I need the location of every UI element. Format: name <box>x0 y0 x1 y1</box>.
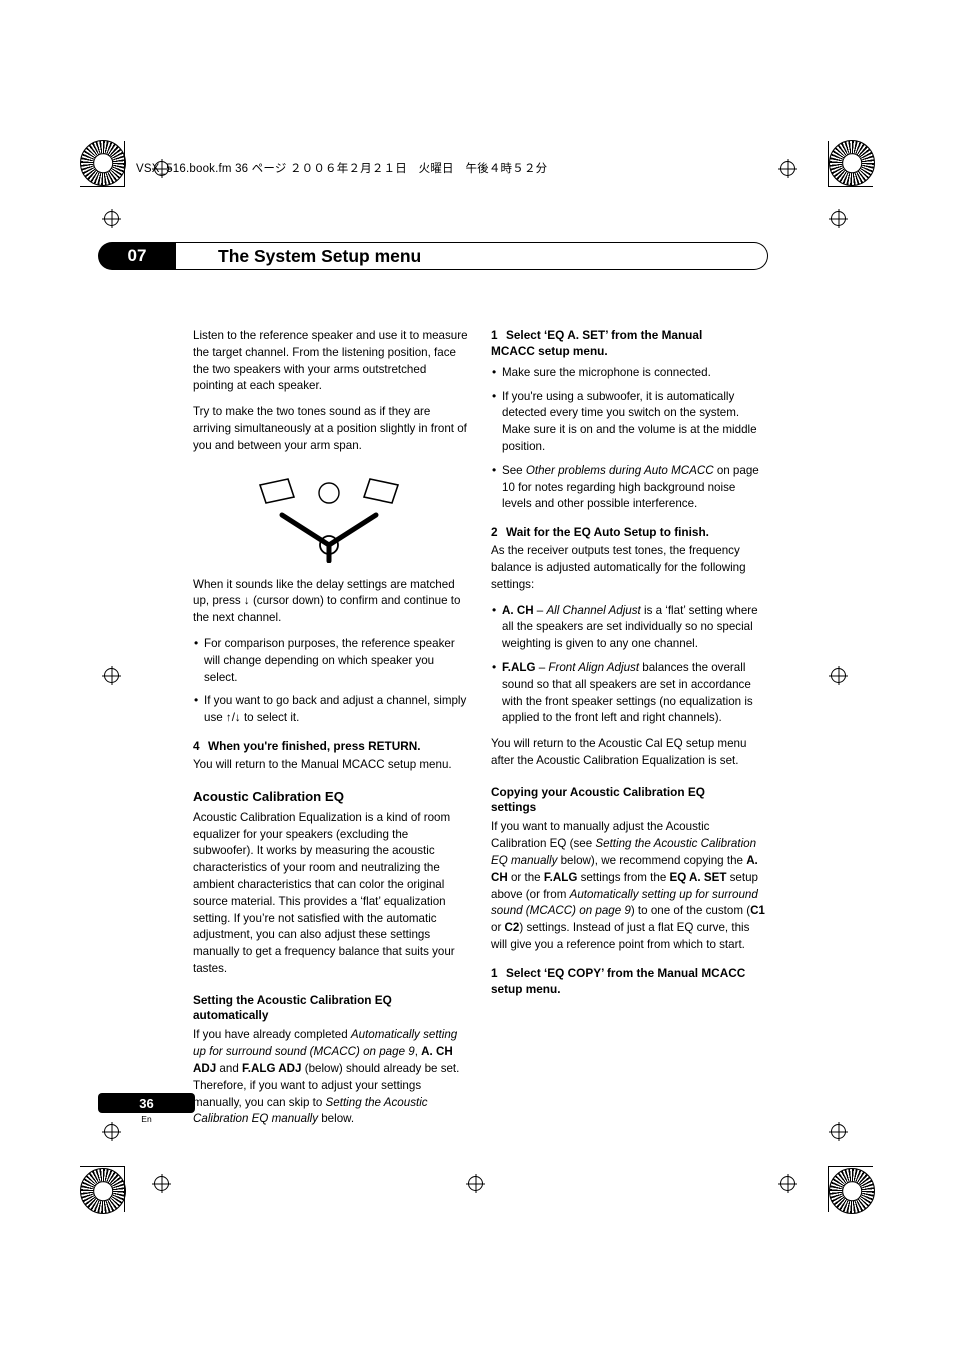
registration-target-bottom-left <box>154 1176 169 1191</box>
bold-f-alg: F.ALG <box>502 660 536 674</box>
crop-mark <box>80 186 125 187</box>
heading-copying-eq-settings: Copying your Acoustic Calibration EQ set… <box>491 784 705 815</box>
page-number: 36 <box>139 1095 154 1111</box>
bold-f-alg-adj: F.ALG ADJ <box>242 1062 302 1076</box>
paragraph-acoustic-calibration: Acoustic Calibration Equalization is a k… <box>193 810 455 975</box>
list-item: F.ALG – Front Align Adjust balances the … <box>491 659 768 727</box>
left-bullet-list: For comparison purposes, the reference s… <box>193 635 470 727</box>
registration-sunburst-top-right <box>829 140 875 186</box>
left-column: Listen to the reference speaker and use … <box>193 328 470 1137</box>
step-label-cont: MCACC setup menu. <box>491 343 608 358</box>
bold-eq-a-set: EQ A. SET <box>669 870 727 884</box>
bold-c1: C1 <box>750 904 765 918</box>
step-number: 2 <box>491 525 498 540</box>
page-slug: VSX_516.book.fm 36 ページ ２００６年２月２１日 火曜日 午後… <box>136 163 548 175</box>
step-4-body: You will return to the Manual MCACC setu… <box>193 757 452 771</box>
list-item: See Other problems during Auto MCACC on … <box>491 462 768 513</box>
step-copy-heading: 1 Select ‘EQ COPY’ from the Manual MCACC … <box>491 966 768 998</box>
step-1-bullet-list: Make sure the microphone is connected. I… <box>491 364 768 513</box>
registration-sunburst-bottom-right <box>829 1168 875 1214</box>
registration-sunburst-bottom-left <box>80 1168 126 1214</box>
bold-a-ch: A. CH <box>502 603 534 617</box>
list-item: For comparison purposes, the reference s… <box>193 635 470 686</box>
crop-mark <box>124 141 125 187</box>
italic-all-channel-adjust: All Channel Adjust <box>546 603 641 617</box>
heading-setting-acoustic-automatically: Setting the Acoustic Calibration EQ auto… <box>193 992 392 1023</box>
language-code: En <box>141 1114 152 1124</box>
registration-target-right-middle <box>831 668 846 683</box>
step-number: 4 <box>193 738 200 753</box>
list-item: Make sure the microphone is connected. <box>491 364 768 382</box>
step-label: When you're finished, press RETURN. <box>208 738 421 753</box>
registration-target-bottom-center <box>468 1176 483 1191</box>
step-2-heading: 2 Wait for the EQ Auto Setup to finish. <box>491 525 768 541</box>
heading-acoustic-calibration-eq: Acoustic Calibration EQ <box>193 788 344 804</box>
right-column: 1 Select ‘EQ A. SET’ from the Manual MCAC… <box>491 328 768 1000</box>
italic-ref-other-problems: Other problems during Auto MCACC <box>525 463 714 477</box>
listening-position-figure <box>193 471 470 563</box>
step-number: 1 <box>491 965 498 980</box>
bold-c2: C2 <box>504 921 520 935</box>
crop-mark <box>828 186 873 187</box>
step-2-body: As the receiver outputs test tones, the … <box>491 544 746 591</box>
registration-target-right-upper <box>831 211 846 226</box>
speaker-diagram-svg <box>258 477 399 563</box>
step-label: Select ‘EQ A. SET’ from the Manual <box>506 328 703 342</box>
step-4-heading: 4 When you're finished, press RETURN. <box>193 739 470 755</box>
paragraph-setting-auto: If you have already completed Automatica… <box>193 1028 460 1126</box>
step-1-heading: 1 Select ‘EQ A. SET’ from the Manual MCAC… <box>491 328 768 360</box>
list-item: A. CH – All Channel Adjust is a ‘flat’ s… <box>491 602 768 653</box>
step-label: Wait for the EQ Auto Setup to finish. <box>506 525 709 540</box>
step-label-cont: setup menu. <box>491 981 561 996</box>
step-number: 1 <box>491 328 498 342</box>
chapter-header: 07 The System Setup menu <box>98 242 768 270</box>
registration-sunburst-top-left <box>80 140 126 186</box>
list-item: If you're using a subwoofer, it is autom… <box>491 388 768 456</box>
crop-mark <box>124 1166 125 1212</box>
bold-f-alg-2: F.ALG <box>543 870 578 884</box>
registration-target-left-upper <box>104 211 119 226</box>
crop-mark <box>80 1166 125 1167</box>
crop-mark <box>828 1166 829 1212</box>
list-item: If you want to go back and adjust a chan… <box>193 692 470 727</box>
manual-page: VSX_516.book.fm 36 ページ ２００６年２月２１日 火曜日 午後… <box>0 0 954 1351</box>
paragraph-copy-body: If you want to manually adjust the Acous… <box>491 820 765 951</box>
registration-target-top-right <box>780 161 795 176</box>
registration-target-right-lower <box>831 1124 846 1139</box>
step-label: Select ‘EQ COPY’ from the Manual MCACC <box>506 965 746 980</box>
chapter-number: 07 <box>98 242 176 270</box>
registration-target-bottom-right <box>780 1176 795 1191</box>
crop-mark <box>828 1166 873 1167</box>
paragraph-two-tones: Try to make the two tones sound as if th… <box>193 405 467 452</box>
page-title: The System Setup menu <box>218 245 422 266</box>
registration-target-left-middle <box>104 668 119 683</box>
italic-front-align-adjust: Front Align Adjust <box>548 660 640 674</box>
crop-mark <box>828 141 829 187</box>
paragraph-return-to-cal-eq: You will return to the Acoustic Cal EQ s… <box>491 737 747 767</box>
registration-target-left-lower <box>104 1124 119 1139</box>
paragraph-delay-matched: When it sounds like the delay settings a… <box>193 577 461 625</box>
step-2-bullet-list: A. CH – All Channel Adjust is a ‘flat’ s… <box>491 602 768 728</box>
paragraph-reference-speaker: Listen to the reference speaker and use … <box>193 329 468 393</box>
